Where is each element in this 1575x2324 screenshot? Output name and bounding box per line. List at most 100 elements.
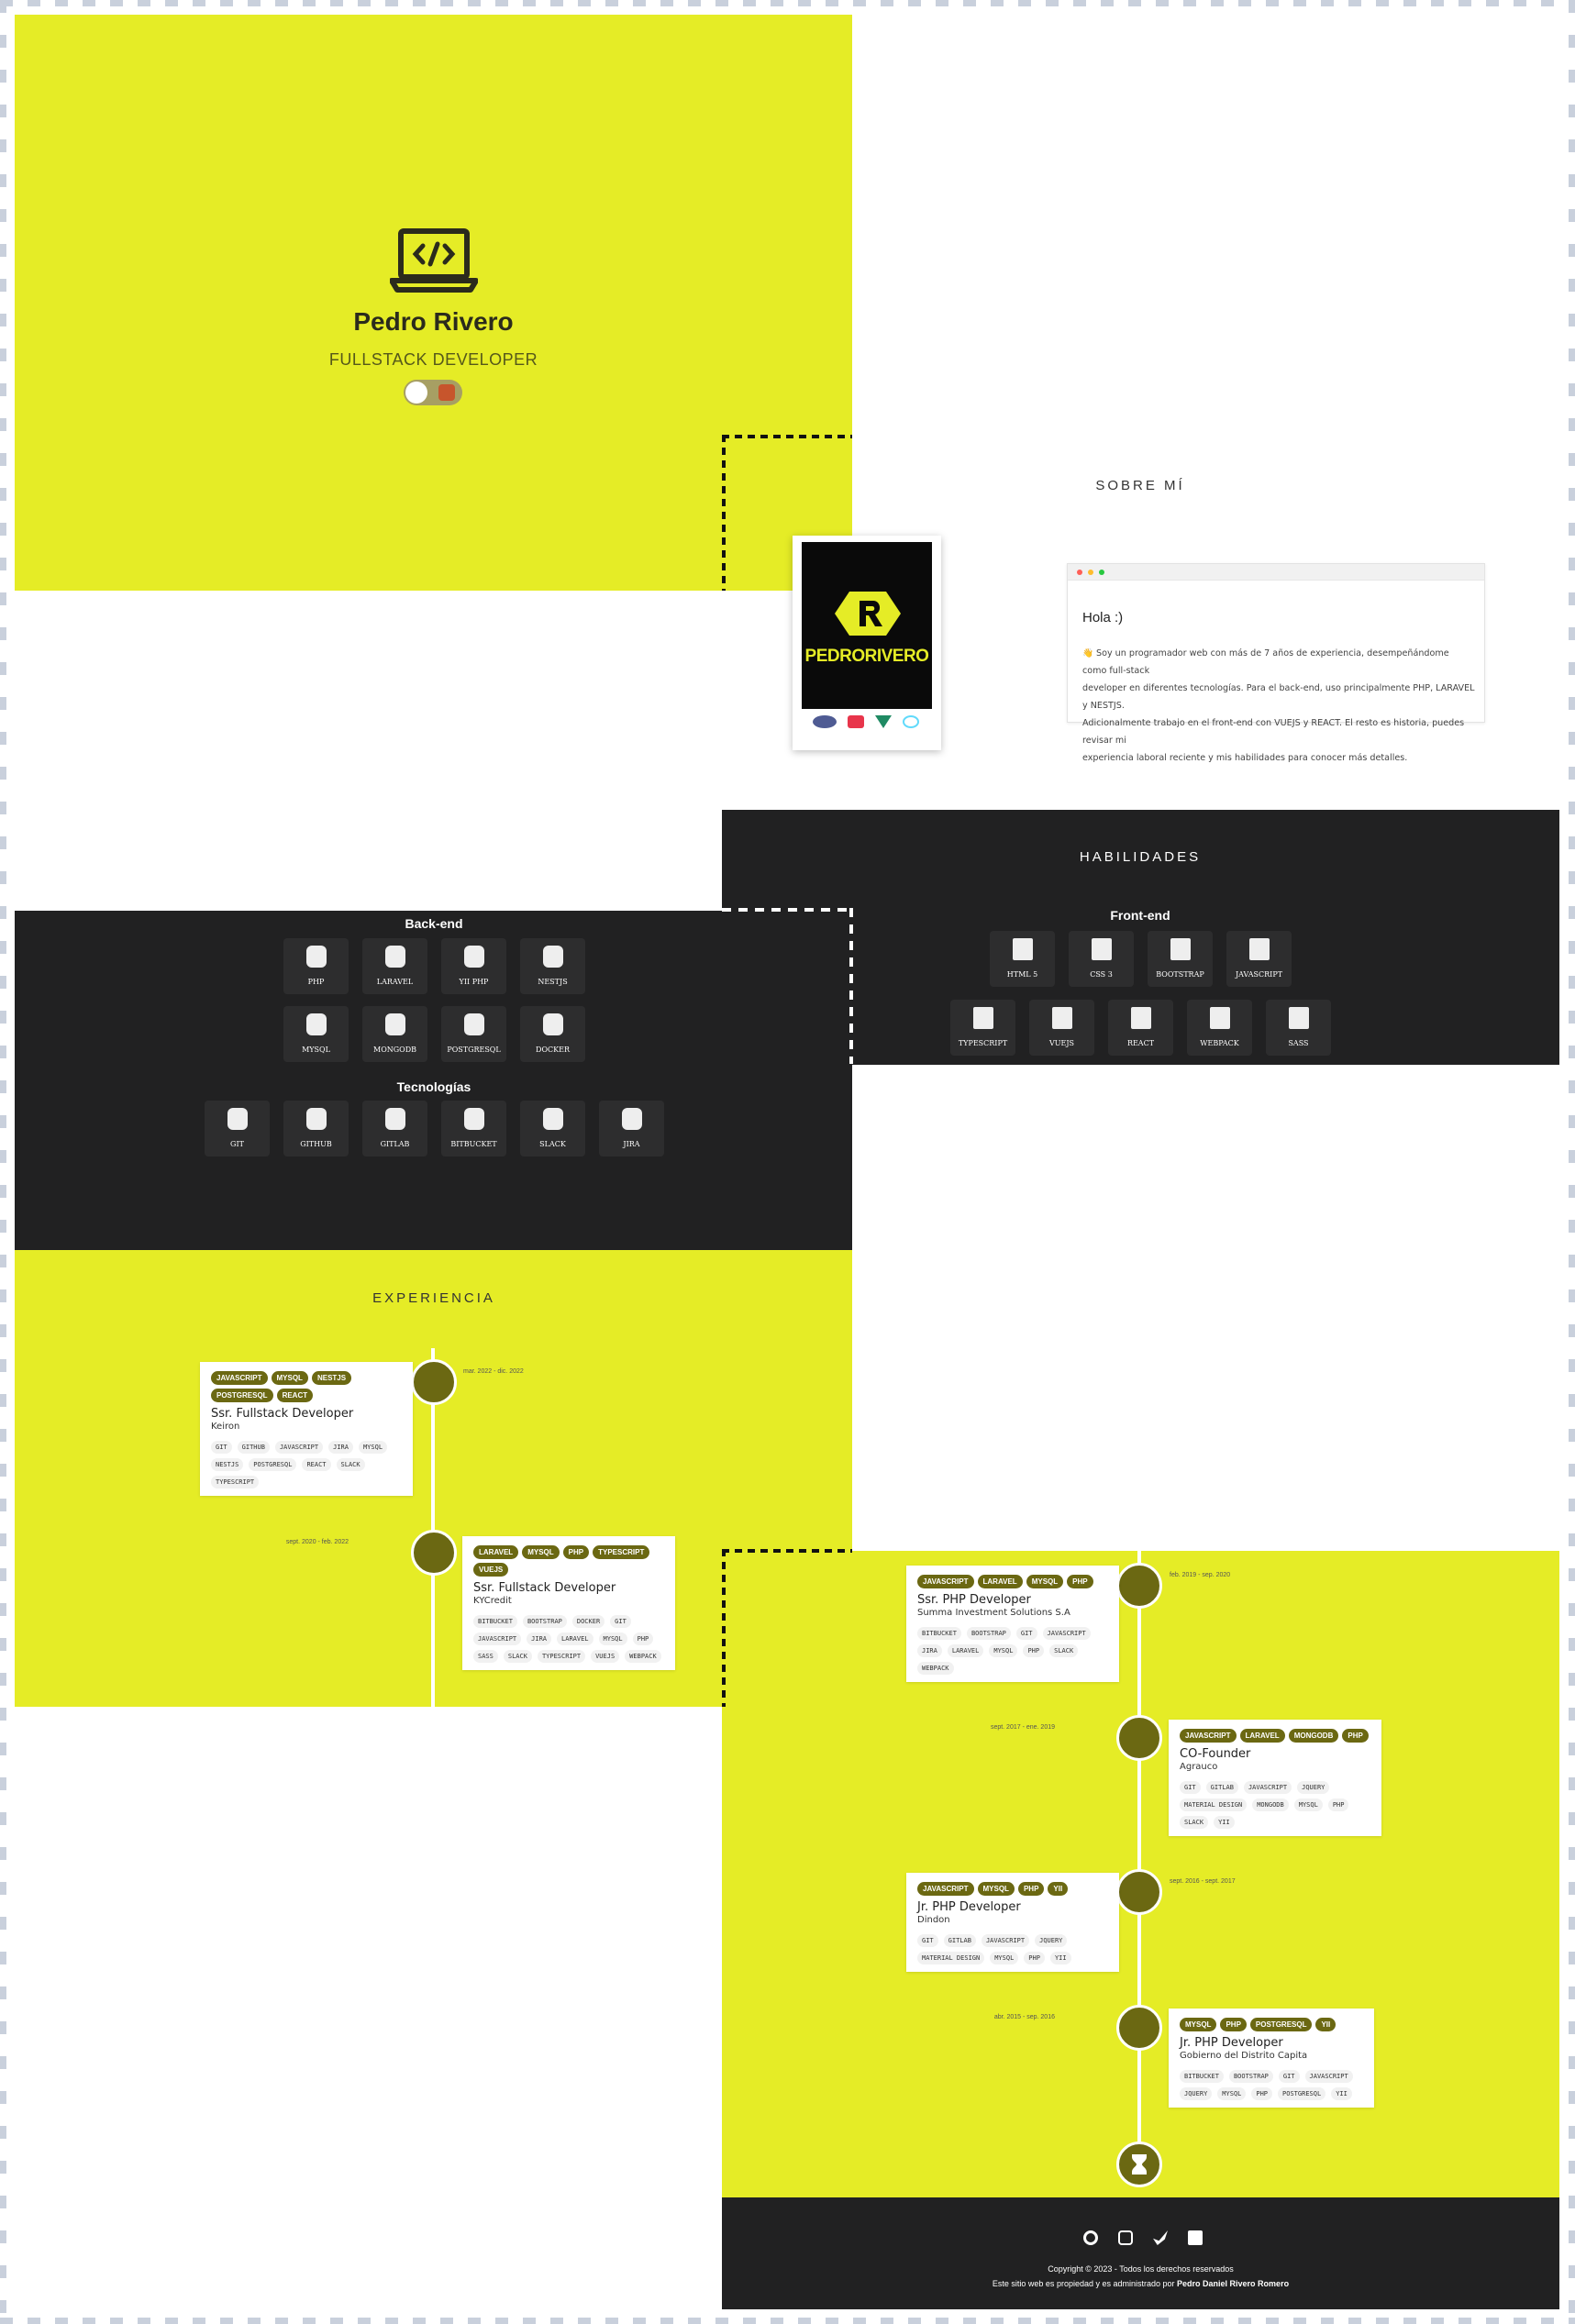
job-skill: GIT <box>917 1934 938 1947</box>
instagram-icon[interactable] <box>1118 2230 1133 2245</box>
job-skill: TYPESCRIPT <box>211 1476 260 1488</box>
job-tag: MYSQL <box>977 1882 1015 1896</box>
job-skill-list: BITBUCKET BOOTSTRAP GIT JAVASCRIPT JQUERY MYS… <box>1180 2070 1365 2100</box>
job-tag: POSTGRESQL <box>1249 2018 1313 2031</box>
job-date: sept. 2016 - sept. 2017 <box>1170 1878 1236 1885</box>
skill-tile-git: GIT <box>205 1101 270 1156</box>
job-card: MYSQL PHP POSTGRESQL YII Jr. PHP Developer Go… <box>1169 2009 1374 2108</box>
skill-tile-mongodb: MONGODB <box>362 1006 427 1062</box>
job-company: Agrauco <box>1180 1762 1218 1772</box>
bitbucket-icon <box>464 1108 484 1130</box>
html-5-icon <box>1013 938 1033 960</box>
job-skill: JIRA <box>917 1644 942 1657</box>
skill-label: TYPESCRIPT <box>958 1039 1008 1047</box>
skill-label: DOCKER <box>536 1046 570 1054</box>
skill-tile-bootstrap: BOOTSTRAP <box>1148 931 1213 987</box>
job-skill: TYPESCRIPT <box>537 1650 586 1663</box>
job-tag: PHP <box>562 1545 590 1559</box>
job-skill: JIRA <box>328 1441 353 1454</box>
skill-label: REACT <box>1126 1039 1155 1047</box>
job-card: LARAVEL MYSQL PHP TYPESCRIPT VUEJS Ssr. Fulls… <box>462 1536 675 1670</box>
job-card: JAVASCRIPT MYSQL NESTJS POSTGRESQL REACT Ssr.… <box>200 1362 413 1496</box>
skill-label: JIRA <box>623 1140 640 1148</box>
typescript-icon <box>973 1007 993 1029</box>
bio-line: Adicionalmente trabajo en el front-end c… <box>1082 718 1465 746</box>
skill-tile-gitlab: GITLAB <box>362 1101 427 1156</box>
ownership-prefix: Este sitio web es propiedad y es adminis… <box>992 2279 1175 2288</box>
backend-title: Back-end <box>405 916 463 931</box>
skill-tile-nestjs: NESTJS <box>520 938 585 994</box>
slack-icon <box>543 1108 563 1130</box>
skill-tile-bitbucket: BITBUCKET <box>441 1101 506 1156</box>
job-skill: SLACK <box>336 1458 365 1471</box>
job-skill: SASS <box>473 1650 498 1663</box>
skill-label: GITHUB <box>300 1140 332 1148</box>
webpack-icon <box>1210 1007 1230 1029</box>
job-tag: LARAVEL <box>977 1575 1023 1588</box>
skill-tile-html-5: HTML 5 <box>990 931 1055 987</box>
job-tag: REACT <box>276 1389 314 1402</box>
skill-tile-vuejs: VUEJS <box>1029 1000 1094 1056</box>
job-tag: MYSQL <box>271 1371 308 1385</box>
job-skill: VUEJS <box>591 1650 620 1663</box>
job-skill: GIT <box>1180 1781 1201 1794</box>
job-tag: MYSQL <box>1026 1575 1064 1588</box>
job-skill: MONGODB <box>1252 1798 1289 1811</box>
job-skill: MATERIAL DESIGN <box>917 1952 985 1964</box>
skill-label: GIT <box>230 1140 244 1148</box>
job-tag: PHP <box>1017 1882 1045 1896</box>
job-skill: JAVASCRIPT <box>473 1632 522 1645</box>
vue-logo-icon <box>875 715 892 728</box>
skill-tile-laravel: LARAVEL <box>362 938 427 994</box>
connector-dash <box>722 1549 852 1553</box>
job-skill: JQUERY <box>1035 1934 1068 1947</box>
job-skill: SLACK <box>1180 1816 1209 1829</box>
docker-icon <box>543 1013 563 1035</box>
window-titlebar <box>1068 564 1484 581</box>
skill-label: VUEJS <box>1048 1039 1075 1047</box>
job-skill: POSTGRESQL <box>249 1458 297 1471</box>
tech-title: Tecnologías <box>396 1079 471 1094</box>
gitlab-icon <box>385 1108 405 1130</box>
connector-dash <box>849 908 853 1064</box>
job-skill: LARAVEL <box>947 1644 984 1657</box>
laptop-code-icon <box>390 228 478 293</box>
page-frame-left <box>0 0 6 2324</box>
owner-name[interactable]: Pedro Daniel Rivero Romero <box>1177 2279 1289 2288</box>
job-skill: JAVASCRIPT <box>981 1934 1030 1947</box>
github-icon[interactable] <box>1083 2230 1098 2245</box>
tech-logos-row <box>813 715 919 728</box>
timeline-dot <box>1116 2005 1162 2051</box>
skill-label: NESTJS <box>538 978 568 986</box>
logo-text: PEDRORIVERO <box>804 647 929 666</box>
skill-tile-css-3: CSS 3 <box>1069 931 1134 987</box>
footer-social-icons <box>1083 2230 1203 2245</box>
twitter-icon[interactable] <box>1153 2230 1168 2245</box>
job-skill: SLACK <box>1049 1644 1079 1657</box>
skill-tile-jira: JIRA <box>599 1101 664 1156</box>
copyright-text: Copyright © 2023 - Todos los derechos re… <box>1048 2264 1234 2274</box>
skill-tile-docker: DOCKER <box>520 1006 585 1062</box>
job-tag: YII <box>1315 2018 1337 2031</box>
javascript-icon <box>1249 938 1270 960</box>
postgresql-icon <box>464 1013 484 1035</box>
linkedin-icon[interactable] <box>1188 2230 1203 2245</box>
job-tag: JAVASCRIPT <box>917 1575 974 1588</box>
job-role: CO-Founder <box>1180 1747 1251 1761</box>
job-skill-list: BITBUCKET BOOTSTRAP DOCKER GIT JAVASCRIPT JIR… <box>473 1615 666 1663</box>
job-tag: MYSQL <box>1180 2018 1217 2031</box>
job-role: Ssr. PHP Developer <box>917 1593 1031 1607</box>
mongodb-icon <box>385 1013 405 1035</box>
about-bio: 👋 Soy un programador web con más de 7 añ… <box>1082 645 1475 767</box>
job-skill: REACT <box>302 1458 331 1471</box>
job-skill: MYSQL <box>1293 1798 1323 1811</box>
skill-label: SASS <box>1288 1039 1309 1047</box>
job-skill: NESTJS <box>211 1458 244 1471</box>
skill-label: PHP <box>307 978 325 986</box>
react-logo-icon <box>903 715 919 728</box>
react-icon <box>1131 1007 1151 1029</box>
window-maximize-dot <box>1099 570 1104 575</box>
theme-toggle[interactable] <box>404 380 462 405</box>
job-main-tags: JAVASCRIPT MYSQL PHP YII <box>917 1882 1110 1896</box>
skill-tile-javascript: JAVASCRIPT <box>1226 931 1292 987</box>
